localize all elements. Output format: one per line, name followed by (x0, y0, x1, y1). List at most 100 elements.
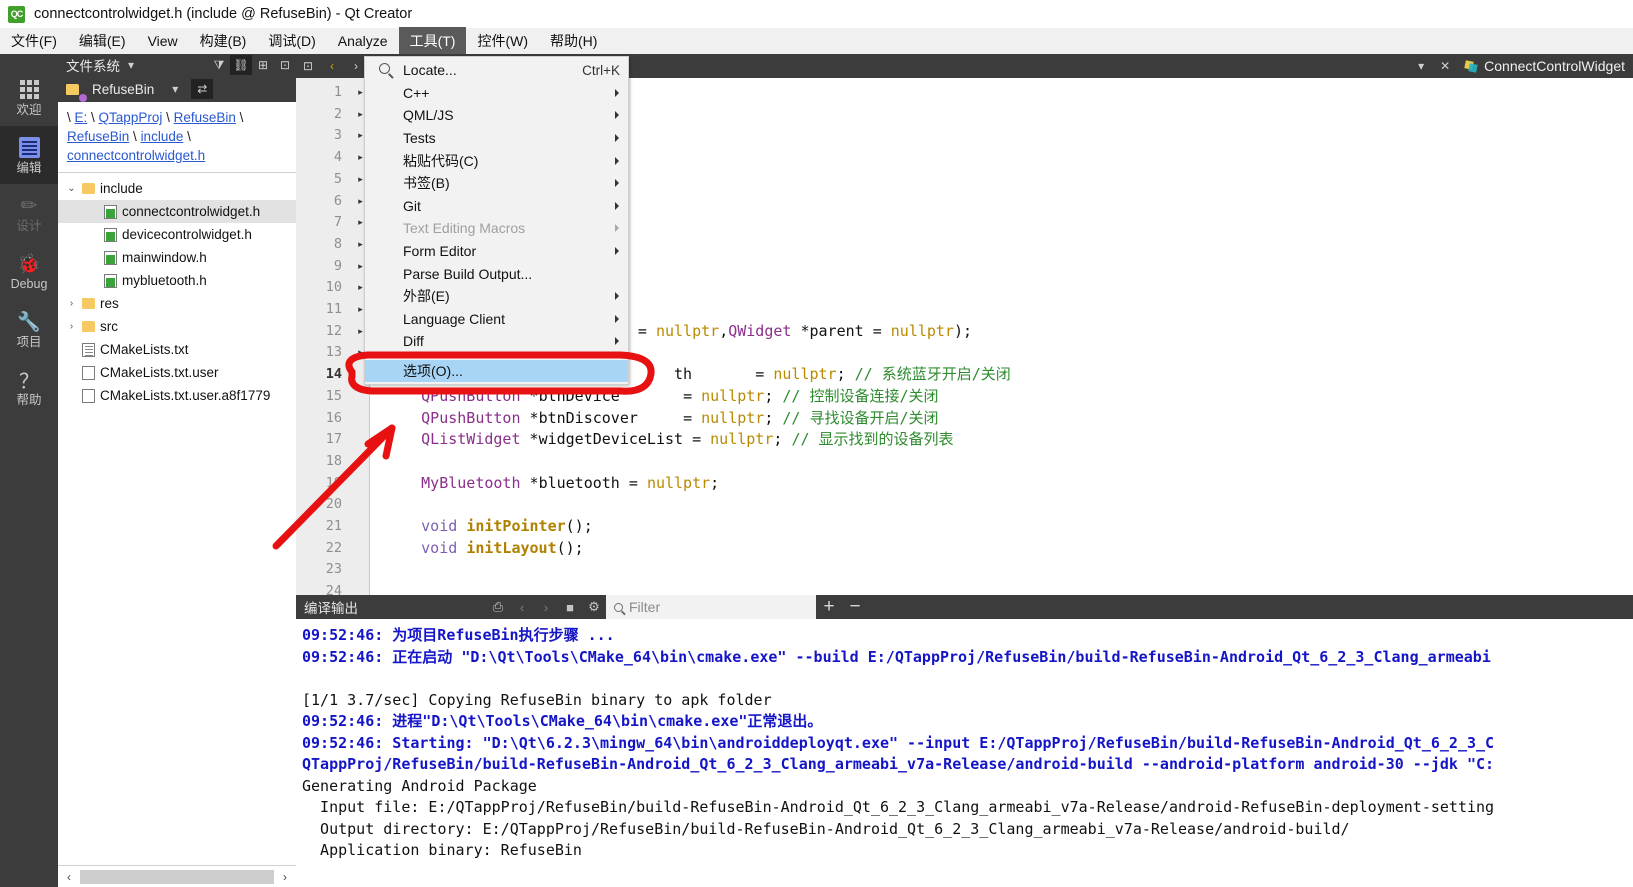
breadcrumb-segment-4[interactable]: include (141, 129, 184, 144)
tree-item-include[interactable]: ⌄ include (58, 177, 296, 200)
mode-编辑[interactable]: 编辑 (0, 126, 58, 184)
sidebar-horizontal-scrollbar[interactable]: ‹ › (58, 865, 296, 887)
submenu-arrow-icon (615, 337, 619, 346)
split-add-icon[interactable]: ⊞ (252, 55, 274, 75)
tools-menu-item-1[interactable]: C++ (365, 82, 628, 105)
zoom-in-icon[interactable]: + (816, 596, 842, 618)
breadcrumb-segment-2[interactable]: RefuseBin (174, 110, 236, 125)
project-selector[interactable]: RefuseBin ▾ ⇄ (58, 76, 296, 102)
link-icon[interactable]: ⛓ (230, 55, 252, 75)
line-number: 4 (333, 149, 342, 166)
menu-item-4[interactable]: 调试(D) (257, 27, 326, 55)
file-tree: ⌄ include connectcontrolwidget.h devicecont… (58, 173, 296, 407)
tree-item-connectcontrolwidget.h[interactable]: connectcontrolwidget.h (58, 200, 296, 223)
tools-menu-item-6[interactable]: Git (365, 195, 628, 218)
mode-欢迎[interactable]: 欢迎 (0, 68, 58, 126)
tools-menu-item-12[interactable]: Diff (365, 330, 628, 353)
tools-menu-item-11[interactable]: Language Client (365, 308, 628, 331)
chevron-icon[interactable]: › (66, 321, 77, 332)
tree-item-res[interactable]: › res (58, 292, 296, 315)
output-text[interactable]: 09:52:46: 为项目RefuseBin执行步骤 ... 09:52:46: … (296, 619, 1633, 887)
settings-gear-icon[interactable]: ⚙ (582, 599, 606, 615)
chevron-icon[interactable]: › (66, 298, 77, 309)
menu-item-5[interactable]: Analyze (327, 29, 399, 53)
next-item-icon[interactable]: › (534, 600, 558, 615)
qt-creator-logo-icon: QC (8, 5, 25, 23)
line-number: 15 (325, 387, 342, 404)
nav-back-icon[interactable]: ‹ (320, 59, 344, 73)
menu-item-6[interactable]: 工具(T) (398, 27, 467, 55)
chevron-icon[interactable]: ⌄ (66, 183, 77, 194)
submenu-arrow-icon (615, 111, 619, 120)
submenu-arrow-icon (615, 314, 619, 323)
tree-item-mybluetooth.h[interactable]: mybluetooth.h (58, 269, 296, 292)
zoom-out-icon[interactable]: − (842, 596, 868, 618)
tree-item-devicecontrolwidget.h[interactable]: devicecontrolwidget.h (58, 223, 296, 246)
tools-menu-item-0[interactable]: Locate... Ctrl+K (365, 59, 628, 82)
tab-connectcontrolwidget[interactable]: ConnectControlWidget (1457, 58, 1633, 74)
chevron-down-icon[interactable]: ▾ (120, 55, 142, 75)
menu-item-2[interactable]: View (137, 29, 189, 53)
menu-item-1[interactable]: 编辑(E) (68, 27, 137, 55)
line-number: 9 (333, 257, 342, 274)
tree-item-mainwindow.h[interactable]: mainwindow.h (58, 246, 296, 269)
filter-icon[interactable]: ⧩ (208, 55, 230, 75)
menu-item-8[interactable]: 帮助(H) (539, 27, 608, 55)
close-document-icon[interactable]: ✕ (1433, 59, 1457, 73)
tools-menu-item-10[interactable]: 外部(E) (365, 285, 628, 308)
submenu-arrow-icon (615, 179, 619, 188)
menu-item-3[interactable]: 构建(B) (189, 27, 258, 55)
tree-item-CMakeLists.txt[interactable]: CMakeLists.txt (58, 338, 296, 361)
gear-icon (79, 94, 87, 102)
output-line: 09:52:46: 为项目RefuseBin执行步骤 ... (302, 626, 615, 644)
tools-dropdown-menu[interactable]: Locate... Ctrl+K C++ QML/JS Tests 粘贴代码(C) 书签(B… (364, 56, 629, 386)
tools-menu-item-3[interactable]: Tests (365, 127, 628, 150)
tree-item-CMakeLists.txt.user[interactable]: CMakeLists.txt.user (58, 361, 296, 384)
stop-icon[interactable]: ■ (558, 600, 582, 615)
line-number: 23 (325, 561, 342, 578)
mode-项目[interactable]: 🔧 项目 (0, 300, 58, 358)
scroll-right-icon[interactable]: › (274, 870, 296, 884)
output-filter-input[interactable]: Filter (606, 595, 816, 619)
clear-output-icon[interactable]: ⎙ (486, 599, 510, 615)
chevron-down-icon[interactable]: ▾ (164, 79, 186, 99)
tools-menu-item-5[interactable]: 书签(B) (365, 172, 628, 195)
breadcrumb-segment-3[interactable]: RefuseBin (67, 129, 129, 144)
submenu-arrow-icon (615, 88, 619, 97)
tools-menu-item-13[interactable]: 选项(O)... (365, 359, 628, 383)
submenu-arrow-icon (615, 201, 619, 210)
sidebar-toggle-icon[interactable]: ⊡ (296, 59, 320, 73)
grid-icon (19, 78, 39, 102)
tools-menu-item-9[interactable]: Parse Build Output... (365, 262, 628, 285)
window-title: connectcontrolwidget.h (include @ Refuse… (34, 6, 413, 22)
tree-item-src[interactable]: › src (58, 315, 296, 338)
menu-item-label: Language Client (403, 310, 505, 327)
scroll-thumb[interactable] (80, 869, 274, 884)
sync-icon[interactable]: ⇄ (191, 79, 214, 99)
submenu-arrow-icon (615, 156, 619, 165)
tree-item-CMakeLists.txt.user.a8f1779[interactable]: CMakeLists.txt.user.a8f1779 (58, 384, 296, 407)
submenu-arrow-icon (615, 224, 619, 233)
menu-item-7[interactable]: 控件(W) (466, 27, 539, 55)
tools-menu-item-2[interactable]: QML/JS (365, 104, 628, 127)
line-number: 11 (325, 301, 342, 318)
chevron-down-icon[interactable]: ▾ (1409, 59, 1433, 73)
tree-item-label: res (100, 296, 119, 311)
breadcrumb-segment-1[interactable]: QTappProj (99, 110, 163, 125)
mode-Debug[interactable]: 🐞 Debug (0, 242, 58, 300)
qt-class-icon (1465, 60, 1478, 73)
menu-item-0[interactable]: 文件(F) (0, 27, 68, 55)
line-number: 5 (333, 170, 342, 187)
line-number: 19 (325, 474, 342, 491)
breadcrumb-segment-5[interactable]: connectcontrolwidget.h (67, 148, 205, 163)
close-sidebar-icon[interactable]: ⊡ (274, 55, 296, 75)
tab-label: ConnectControlWidget (1484, 58, 1625, 74)
project-name: RefuseBin (92, 81, 155, 97)
tools-menu-item-4[interactable]: 粘贴代码(C) (365, 149, 628, 172)
prev-item-icon[interactable]: ‹ (510, 600, 534, 615)
breadcrumb-segment-0[interactable]: E: (75, 110, 88, 125)
scroll-left-icon[interactable]: ‹ (58, 870, 80, 884)
line-number: 16 (325, 409, 342, 426)
tools-menu-item-8[interactable]: Form Editor (365, 240, 628, 263)
mode-帮助[interactable]: ？帮助 (0, 358, 58, 416)
